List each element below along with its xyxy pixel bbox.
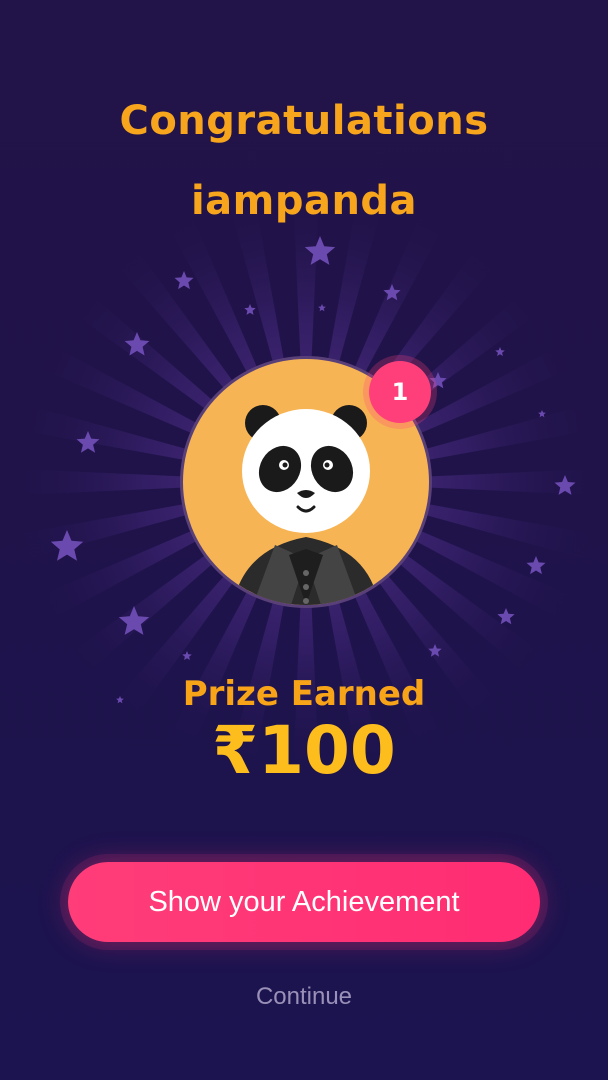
star-icon <box>495 347 505 356</box>
prize-label: Prize Earned <box>182 674 426 714</box>
rank-badge: 1 <box>369 361 431 423</box>
star-icon <box>526 556 546 575</box>
star-icon <box>318 304 326 312</box>
prize-amount: ₹100 <box>212 712 396 789</box>
star-icon <box>497 608 515 625</box>
star-icon <box>244 304 256 315</box>
congratulations-title: Congratulations <box>119 98 489 144</box>
star-icon <box>174 271 194 290</box>
show-achievement-button[interactable]: Show your Achievement <box>68 862 540 942</box>
continue-link[interactable]: Continue <box>0 983 608 1011</box>
username-title: iampanda <box>190 178 418 224</box>
star-icon <box>538 410 546 418</box>
star-icon <box>182 651 192 660</box>
